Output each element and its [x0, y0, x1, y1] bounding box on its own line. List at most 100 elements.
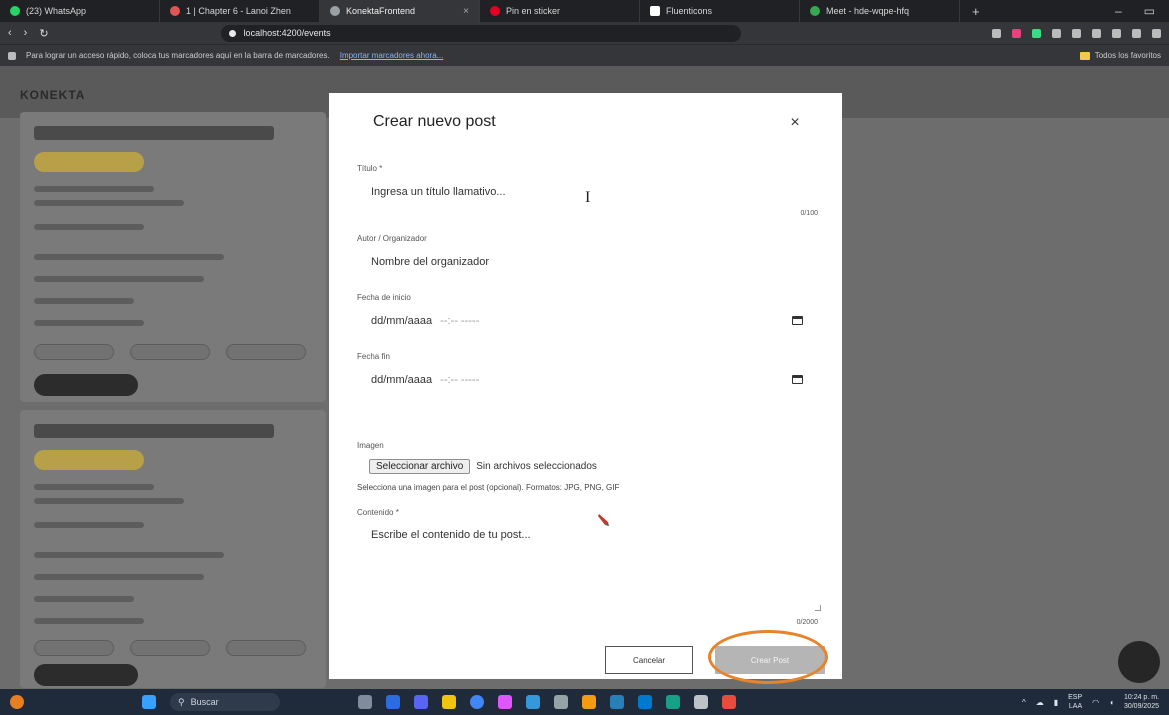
- new-tab-button[interactable]: +: [960, 4, 992, 19]
- search-icon: ⚲: [178, 696, 185, 707]
- app-icon[interactable]: [610, 695, 624, 709]
- app-icon[interactable]: [498, 695, 512, 709]
- app-icon[interactable]: [554, 695, 568, 709]
- app-icon[interactable]: [722, 695, 736, 709]
- wifi-icon[interactable]: ◠: [1092, 698, 1099, 707]
- close-button[interactable]: ×: [785, 113, 805, 133]
- author-input[interactable]: [357, 245, 819, 279]
- card-line: [34, 320, 144, 326]
- tab-label: Meet - hde-wqpe-hfq: [826, 6, 910, 16]
- app-icon[interactable]: [526, 695, 540, 709]
- card-line: [34, 596, 134, 602]
- file-status-text: Sin archivos seleccionados: [476, 461, 597, 472]
- calendar-icon[interactable]: [792, 375, 803, 384]
- start-date-input[interactable]: dd/mm/aaaa --:-- -----: [357, 304, 819, 338]
- card-line: [34, 484, 154, 490]
- select-file-button[interactable]: Seleccionar archivo: [369, 459, 471, 474]
- brand-logo: KONEKTA: [20, 88, 86, 102]
- fluenticons-icon: [650, 6, 660, 16]
- search-label: Buscar: [190, 697, 219, 707]
- task-view-icon[interactable]: [358, 695, 372, 709]
- card-title-placeholder: [34, 126, 274, 140]
- tab-fluenticons[interactable]: Fluenticons: [640, 0, 800, 22]
- modal-title: Crear nuevo post: [373, 113, 496, 130]
- card-line: [34, 200, 184, 206]
- language-indicator[interactable]: ESP LAA: [1068, 693, 1082, 711]
- app-icon[interactable]: [414, 695, 428, 709]
- app-icon[interactable]: [582, 695, 596, 709]
- card-badge: [34, 450, 144, 470]
- site-icon: [170, 6, 180, 16]
- tab-chapter[interactable]: 1 | Chapter 6 - Lanoi Zhen: [160, 0, 320, 22]
- volume-icon[interactable]: ◖: [1109, 698, 1114, 707]
- textarea-resize-handle[interactable]: [815, 605, 821, 611]
- tab-whatsapp[interactable]: (23) WhatsApp: [0, 0, 160, 22]
- tab-label: KonektaFrontend: [346, 6, 416, 16]
- language-top: ESP: [1068, 694, 1083, 701]
- end-date-input[interactable]: dd/mm/aaaa --:-- -----: [357, 363, 819, 397]
- start-date-placeholder: dd/mm/aaaa: [371, 315, 433, 327]
- content-textarea[interactable]: [357, 521, 819, 607]
- sidepanel-icon[interactable]: [1112, 28, 1121, 38]
- widgets-icon[interactable]: [10, 695, 24, 709]
- author-label: Autor / Organizador: [357, 234, 427, 243]
- windows-start-icon[interactable]: [142, 695, 156, 709]
- app-icon[interactable]: [694, 695, 708, 709]
- tab-label: (23) WhatsApp: [26, 6, 87, 16]
- reload-icon[interactable]: ↻: [39, 27, 48, 40]
- maximize-icon[interactable]: ▭: [1144, 4, 1155, 18]
- image-file-picker: Seleccionar archivo Sin archivos selecci…: [369, 459, 597, 474]
- extension-icon[interactable]: [1052, 28, 1061, 38]
- menu-icon[interactable]: [1152, 28, 1161, 38]
- globe-icon: [330, 6, 340, 16]
- card-tag: [130, 344, 210, 360]
- cancel-button[interactable]: Cancelar: [605, 646, 693, 674]
- event-card: [20, 410, 326, 688]
- extension-icon[interactable]: [1012, 28, 1021, 38]
- file-explorer-icon[interactable]: [442, 695, 456, 709]
- download-icon[interactable]: [1092, 28, 1101, 38]
- chrome-icon[interactable]: [470, 695, 484, 709]
- create-post-button[interactable]: Crear Post: [715, 646, 825, 674]
- card-line: [34, 618, 144, 624]
- cloud-icon[interactable]: ☁: [1036, 698, 1044, 707]
- minimize-icon[interactable]: –: [1115, 4, 1122, 18]
- profile-icon[interactable]: [1132, 28, 1141, 38]
- app-icon[interactable]: [386, 695, 400, 709]
- import-bookmarks-link[interactable]: Importar marcadores ahora...: [340, 51, 444, 60]
- window-controls: – ▭: [1115, 4, 1169, 18]
- end-date-placeholder: dd/mm/aaaa: [371, 374, 433, 386]
- apps-grid-icon[interactable]: [8, 51, 16, 60]
- card-tag: [226, 344, 306, 360]
- tab-close-icon[interactable]: ×: [463, 6, 469, 17]
- card-button: [34, 374, 138, 396]
- app-icon[interactable]: [666, 695, 680, 709]
- chevron-up-icon[interactable]: ^: [1022, 698, 1026, 707]
- tab-label: Pin en sticker: [506, 6, 561, 16]
- taskbar-search[interactable]: ⚲ Buscar: [170, 693, 280, 711]
- extension-icon[interactable]: [1032, 28, 1041, 38]
- battery-icon[interactable]: ▮: [1054, 698, 1058, 707]
- back-icon[interactable]: ‹: [8, 27, 12, 39]
- site-info-icon[interactable]: [228, 29, 236, 37]
- url-field[interactable]: localhost:4200/events: [220, 24, 741, 42]
- vscode-icon[interactable]: [638, 695, 652, 709]
- card-line: [34, 254, 224, 260]
- folder-icon: [1079, 51, 1090, 60]
- card-button: [34, 664, 138, 686]
- extension-icon[interactable]: [1072, 28, 1081, 38]
- card-line: [34, 186, 154, 192]
- calendar-icon[interactable]: [792, 316, 803, 325]
- annotation-pen-icon: [598, 514, 609, 526]
- start-time-placeholder: --:-- -----: [440, 315, 480, 327]
- card-line: [34, 552, 224, 558]
- forward-icon[interactable]: ›: [24, 27, 28, 39]
- clock[interactable]: 10:24 p. m. 30/09/2025: [1124, 693, 1159, 711]
- tab-pinterest[interactable]: Pin en sticker: [480, 0, 640, 22]
- whatsapp-icon: [10, 6, 20, 16]
- tab-meet[interactable]: Meet - hde-wqpe-hfq: [800, 0, 960, 22]
- end-date-label: Fecha fin: [357, 352, 390, 361]
- extension-icon[interactable]: [992, 28, 1001, 38]
- all-bookmarks-button[interactable]: Todos los favoritos: [1079, 51, 1161, 60]
- tab-konekta-frontend[interactable]: KonektaFrontend ×: [320, 0, 480, 22]
